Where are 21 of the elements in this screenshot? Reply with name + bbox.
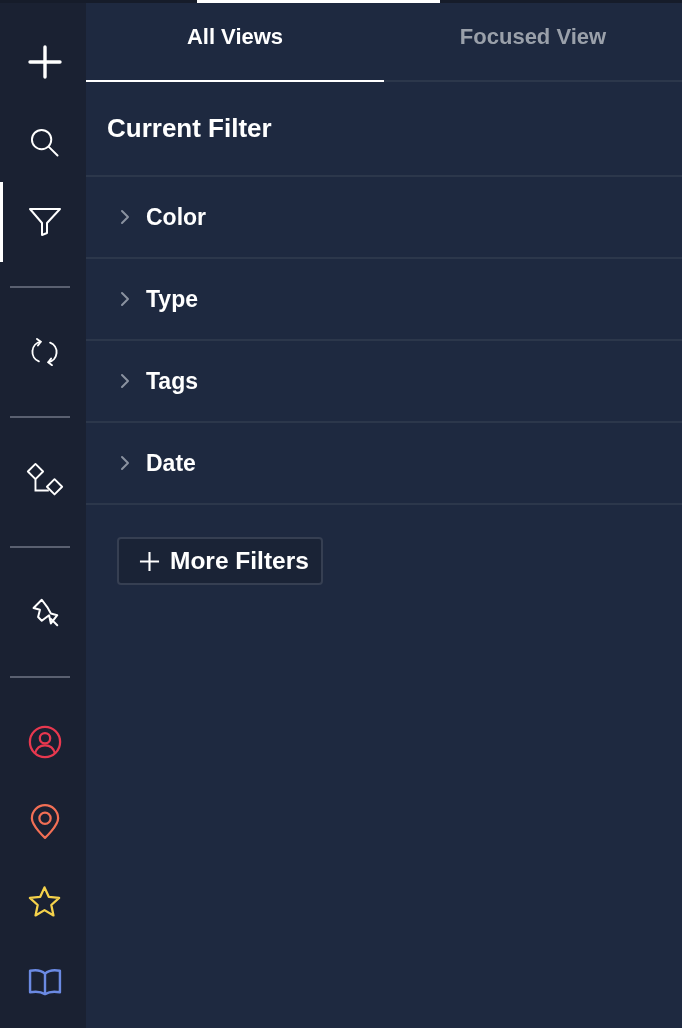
- search-icon: [30, 127, 59, 157]
- more-filters-button[interactable]: More Filters: [117, 537, 323, 585]
- view-tab[interactable]: All Views: [86, 3, 384, 82]
- plus-icon: [27, 45, 62, 79]
- chevron-icon: [120, 455, 130, 471]
- chevron-icon: [120, 209, 130, 225]
- filter-section-toggle[interactable]: Date: [120, 449, 196, 477]
- panel-title: Current Filter: [107, 113, 272, 144]
- chevron-icon: [120, 291, 130, 307]
- filter-section-toggle[interactable]: Type: [120, 285, 198, 313]
- chevron-icon: [120, 373, 130, 389]
- filter-section-label: Tags: [146, 367, 198, 395]
- filter-section-label: Date: [146, 449, 196, 477]
- filter-section-toggle[interactable]: Tags: [120, 367, 198, 395]
- filter-section-label: Type: [146, 285, 198, 313]
- plus-icon: [139, 550, 160, 572]
- filter-section-toggle[interactable]: Color: [120, 203, 207, 231]
- view-tab[interactable]: Focused View: [384, 3, 682, 82]
- filter-section-label: Color: [146, 203, 207, 231]
- refresh-icon: [30, 337, 59, 367]
- filter-icon: [27, 207, 62, 237]
